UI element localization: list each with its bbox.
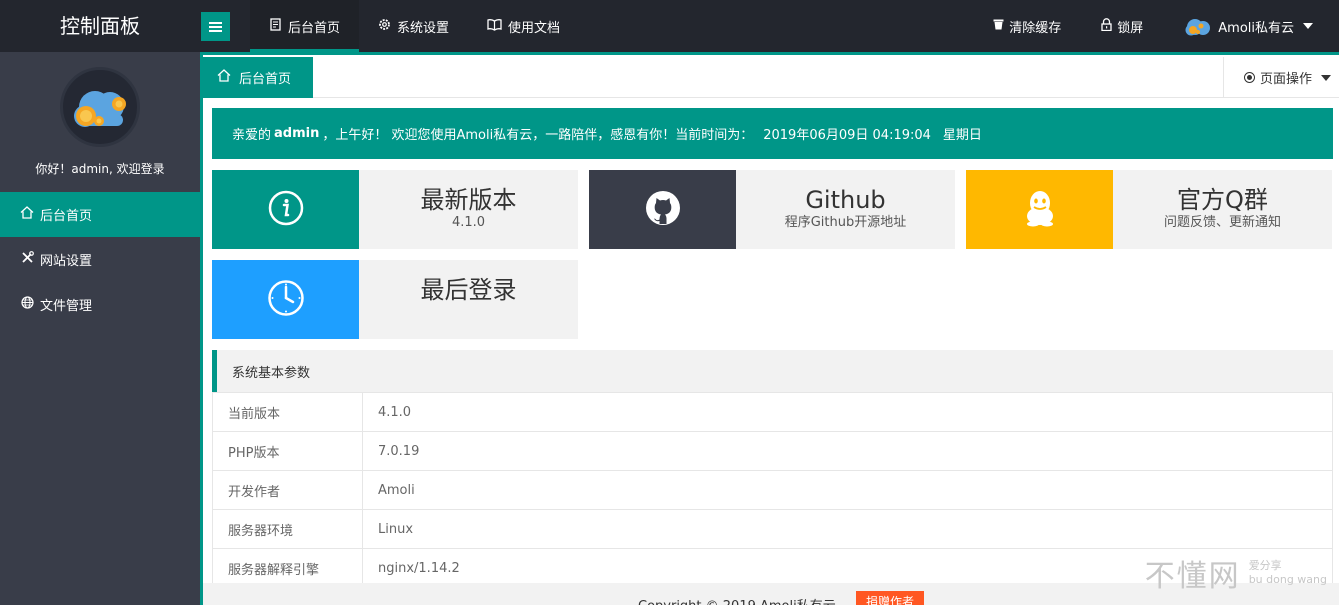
welcome-message: ，上午好！ 欢迎您使用Amoli私有云，一路陪伴，感恩有你！当前时间为： <box>322 128 754 143</box>
table-row: 服务器环境 Linux <box>212 509 1333 549</box>
sidebar-item-label: 文件管理 <box>40 299 93 314</box>
sidebar-item-site-settings[interactable]: 网站设置 <box>0 237 200 282</box>
card-text: Github 程序Github开源地址 <box>736 170 955 249</box>
card-icon-box <box>966 170 1113 249</box>
system-params-heading: 系统基本参数 <box>212 350 1333 392</box>
card-title: 最新版本 <box>420 186 517 214</box>
gear-icon <box>378 18 391 35</box>
card-subtitle: 问题反馈、更新通知 <box>1163 215 1281 230</box>
table-row: 开发作者 Amoli <box>212 470 1333 510</box>
param-value: 4.1.0 <box>362 392 1333 432</box>
user-name: Amoli私有云 <box>1218 20 1294 36</box>
param-value: Linux <box>362 509 1333 549</box>
chevron-down-icon <box>1303 23 1313 29</box>
clear-cache-label: 清除缓存 <box>1009 20 1062 36</box>
tools-icon <box>20 251 34 268</box>
sidebar-item-home[interactable]: 后台首页 <box>0 192 200 237</box>
trash-icon <box>993 18 1004 34</box>
top-nav: 后台首页 系统设置 使用文档 <box>250 0 579 52</box>
nav-item-settings[interactable]: 系统设置 <box>359 0 468 52</box>
nav-item-label: 后台首页 <box>288 20 341 36</box>
document-icon <box>269 17 282 35</box>
current-weekday: 星期日 <box>942 128 982 143</box>
page-operations-label: 页面操作 <box>1260 72 1313 87</box>
table-row: 当前版本 4.1.0 <box>212 392 1333 432</box>
watermark-tagline: 爱分享 bu dong wang <box>1249 559 1327 587</box>
card-last-login[interactable]: 最后登录 <box>212 260 578 339</box>
card-subtitle: 程序Github开源地址 <box>784 215 907 230</box>
donate-author-button[interactable]: 捐赠作者 <box>856 591 924 605</box>
clear-cache-button[interactable]: 清除缓存 <box>973 0 1081 52</box>
menu-toggle-button[interactable] <box>201 12 230 41</box>
card-text: 官方Q群 问题反馈、更新通知 <box>1113 170 1332 249</box>
tab-bar: 后台首页 页面操作 <box>203 55 1339 98</box>
welcome-banner: 亲爱的 admin ，上午好！ 欢迎您使用Amoli私有云，一路陪伴，感恩有你！… <box>212 108 1333 159</box>
lock-icon <box>1101 17 1112 35</box>
card-official-qq-group[interactable]: 官方Q群 问题反馈、更新通知 <box>966 170 1332 249</box>
param-key: 开发作者 <box>212 470 363 510</box>
card-icon-box <box>589 170 736 249</box>
home-icon <box>20 206 34 223</box>
sidebar-item-label: 网站设置 <box>40 254 93 269</box>
book-icon <box>487 18 502 35</box>
qq-icon <box>1023 189 1057 231</box>
param-value: 7.0.19 <box>362 431 1333 471</box>
card-title: 官方Q群 <box>1177 186 1268 214</box>
watermark: 不懂网 爱分享 bu dong wang <box>1145 550 1327 595</box>
github-icon <box>644 189 682 231</box>
card-subtitle: 4.1.0 <box>451 215 486 230</box>
card-latest-version[interactable]: 最新版本 4.1.0 <box>212 170 578 249</box>
globe-icon <box>20 296 34 313</box>
param-key: 当前版本 <box>212 392 363 432</box>
user-avatar <box>60 67 140 147</box>
sidebar-item-file-manager[interactable]: 文件管理 <box>0 282 200 327</box>
nav-item-home[interactable]: 后台首页 <box>250 0 360 52</box>
radio-dot-icon <box>1244 72 1255 83</box>
chevron-down-icon <box>1321 74 1332 81</box>
welcome-user: admin <box>274 126 320 141</box>
param-key: 服务器解释引擎 <box>212 548 363 588</box>
cloud-avatar-icon <box>1183 15 1213 37</box>
watermark-slogan: 爱分享 <box>1248 558 1282 572</box>
tab-label: 后台首页 <box>239 72 292 87</box>
page-operations-dropdown[interactable]: 页面操作 <box>1223 57 1339 98</box>
tab-home[interactable]: 后台首页 <box>203 57 313 98</box>
watermark-logo: 不懂网 <box>1144 558 1241 594</box>
current-time: 2019年06月09日 04:19:04 <box>763 128 931 143</box>
card-text: 最后登录 <box>359 260 578 339</box>
param-value: Amoli <box>362 470 1333 510</box>
nav-item-label: 使用文档 <box>508 20 561 36</box>
nav-item-label: 系统设置 <box>397 20 450 36</box>
user-menu[interactable]: Amoli私有云 <box>1163 0 1333 52</box>
card-text: 最新版本 4.1.0 <box>359 170 578 249</box>
top-right-tools: 清除缓存 锁屏 Amoli私有云 <box>973 0 1333 52</box>
card-icon-box <box>212 260 359 339</box>
lock-screen-label: 锁屏 <box>1117 20 1144 36</box>
info-icon <box>268 190 304 230</box>
watermark-pinyin: bu dong wang <box>1248 572 1327 586</box>
card-title: Github <box>805 186 886 214</box>
hamburger-icon <box>209 21 222 32</box>
sidebar-item-label: 后台首页 <box>40 209 93 224</box>
top-header: 控制面板 后台首页 系统设置 使用文档 清除缓存 锁屏 Amoli私有云 <box>0 0 1339 52</box>
clock-icon <box>267 279 305 321</box>
param-key: PHP版本 <box>212 431 363 471</box>
sidebar: 你好！admin, 欢迎登录 后台首页 网站设置 文件管理 <box>0 52 200 605</box>
main-content: 亲爱的 admin ，上午好！ 欢迎您使用Amoli私有云，一路陪伴，感恩有你！… <box>203 98 1339 605</box>
home-icon <box>217 69 231 86</box>
card-title: 最后登录 <box>420 276 517 304</box>
table-row: PHP版本 7.0.19 <box>212 431 1333 471</box>
lock-screen-button[interactable]: 锁屏 <box>1081 0 1163 52</box>
param-key: 服务器环境 <box>212 509 363 549</box>
card-icon-box <box>212 170 359 249</box>
card-github[interactable]: Github 程序Github开源地址 <box>589 170 955 249</box>
copyright-text: Copyright © 2019 Amoli私有云 <box>638 595 836 605</box>
sidebar-menu: 后台首页 网站设置 文件管理 <box>0 192 200 327</box>
welcome-prefix: 亲爱的 <box>232 128 272 143</box>
sidebar-greeting: 你好！admin, 欢迎登录 <box>35 162 165 176</box>
nav-item-docs[interactable]: 使用文档 <box>468 0 579 52</box>
brand-title: 控制面板 <box>60 14 140 38</box>
